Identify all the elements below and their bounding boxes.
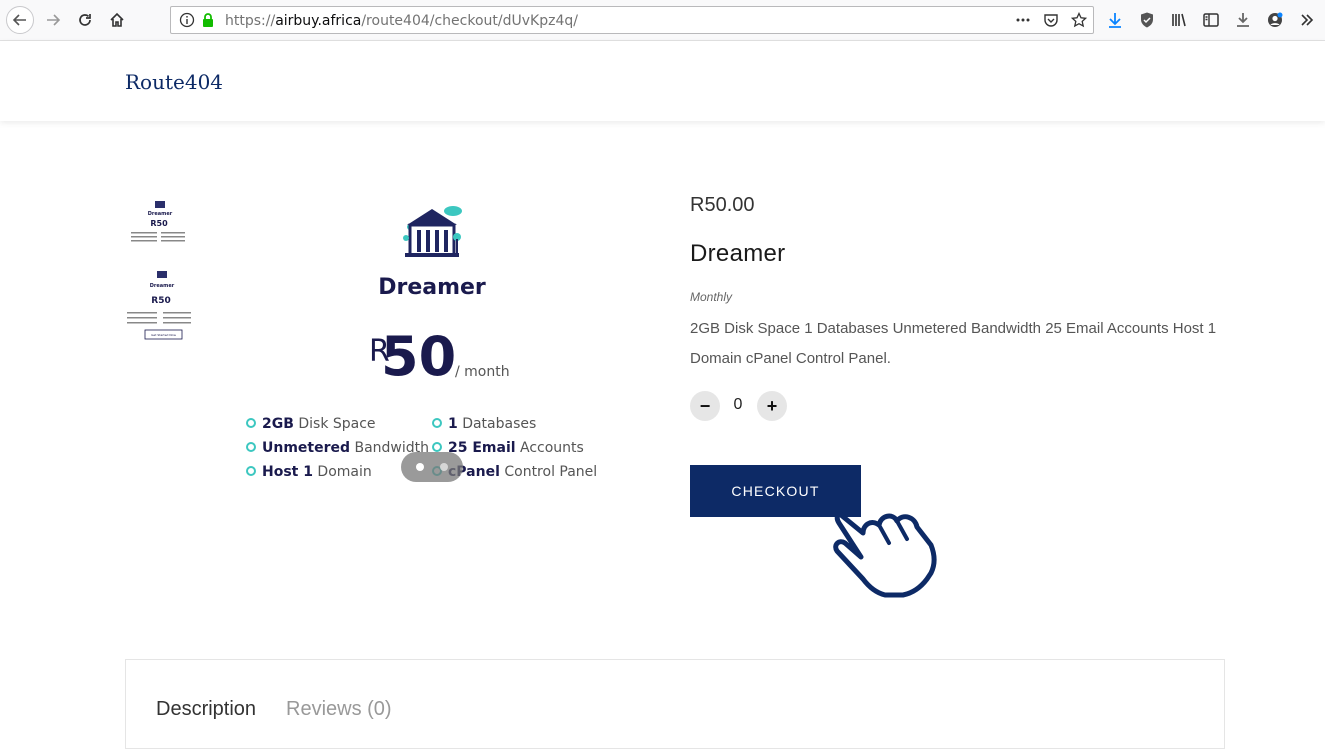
- pagination-dot[interactable]: [440, 463, 448, 471]
- pocket-icon[interactable]: [1043, 12, 1059, 28]
- svg-text:25 Email Accounts: 25 Email Accounts: [448, 440, 584, 456]
- product-banner: Dreamer R 50 / month 2GB Disk Space 1 Da…: [246, 206, 597, 480]
- lock-icon[interactable]: [200, 12, 216, 28]
- svg-text:1 Databases: 1 Databases: [448, 416, 536, 432]
- home-icon: [110, 12, 124, 27]
- info-icon[interactable]: [179, 12, 195, 28]
- banner-period: / month: [455, 364, 510, 380]
- download-arrow-icon[interactable]: [1106, 11, 1124, 29]
- site-title[interactable]: Route404: [125, 70, 223, 94]
- quantity-increase-button[interactable]: +: [757, 391, 787, 421]
- feature-bold: 1: [448, 416, 458, 432]
- thumbnail-image: Dreamer R50: [131, 201, 185, 242]
- sidebar-icon[interactable]: [1202, 11, 1220, 29]
- bullet-icon: [246, 418, 256, 428]
- feature-text: Databases: [458, 416, 537, 432]
- product-main-image: Dreamer R 50 / month 2GB Disk Space 1 Da…: [235, 195, 630, 495]
- reload-icon: [79, 14, 91, 26]
- tab-description[interactable]: Description: [156, 698, 256, 721]
- feature-text: Accounts: [516, 440, 584, 456]
- feature-bold: Host 1: [262, 464, 313, 480]
- feature-text: Domain: [313, 464, 372, 480]
- banner-amount: 50: [381, 325, 456, 388]
- banner-plan-name: Dreamer: [378, 275, 486, 300]
- bullet-icon: [432, 418, 442, 428]
- site-header: Route404: [0, 41, 1325, 121]
- svg-text:Unmetered Bandwidth: Unmetered Bandwidth: [262, 440, 429, 456]
- overflow-menu-icon[interactable]: [1298, 11, 1316, 29]
- account-icon[interactable]: [1266, 11, 1284, 29]
- address-bar[interactable]: https://airbuy.africa/route404/checkout/…: [170, 6, 1094, 34]
- building-icon: [403, 206, 462, 257]
- thumb-plan-name: Dreamer: [150, 283, 175, 289]
- billing-cycle: Monthly: [690, 290, 733, 304]
- bullet-icon: [246, 442, 256, 452]
- minus-icon: −: [699, 395, 711, 416]
- thumbnail-image: Dreamer R50 Get Started Now: [127, 271, 191, 340]
- reload-button[interactable]: [72, 7, 98, 33]
- feature-bold: 2GB: [262, 416, 294, 432]
- product-price: R50.00: [690, 194, 755, 216]
- url-host: airbuy.africa: [275, 13, 362, 29]
- thumb-currency: R: [151, 296, 158, 306]
- svg-text:R50: R50: [150, 219, 168, 228]
- bullet-icon: [246, 466, 256, 476]
- bullet-icon: [432, 442, 442, 452]
- product-short-description: 2GB Disk Space 1 Databases Unmetered Ban…: [690, 320, 1217, 367]
- gallery-thumbnail-2[interactable]: Dreamer R50 Get Started Now: [125, 265, 197, 345]
- feature-bold: 25 Email: [448, 440, 516, 456]
- feature-bold: Unmetered: [262, 440, 350, 456]
- thumb-plan-name: Dreamer: [148, 211, 173, 217]
- home-button[interactable]: [104, 7, 130, 33]
- gallery-thumbnail-1[interactable]: Dreamer R50: [125, 195, 197, 250]
- shield-icon[interactable]: [1138, 11, 1156, 29]
- thumb-amount: 50: [158, 296, 171, 306]
- pointing-hand-icon: [833, 511, 937, 598]
- back-button[interactable]: [6, 6, 34, 34]
- downloads-icon[interactable]: [1234, 11, 1252, 29]
- svg-text:Host 1 Domain: Host 1 Domain: [262, 464, 372, 480]
- svg-text:cPanel Control Panel: cPanel Control Panel: [448, 464, 597, 480]
- product-title: Dreamer: [690, 240, 786, 267]
- browser-toolbar: https://airbuy.africa/route404/checkout/…: [0, 0, 1325, 41]
- forward-button[interactable]: [40, 7, 66, 33]
- plus-icon: +: [766, 395, 778, 416]
- bookmark-star-icon[interactable]: [1071, 12, 1087, 28]
- gallery-pagination[interactable]: [401, 452, 463, 482]
- thumb-button-text: Get Started Now: [151, 333, 176, 337]
- quantity-decrease-button[interactable]: −: [690, 391, 720, 421]
- url-prefix: https://: [225, 13, 276, 29]
- thumb-amount: 50: [157, 219, 169, 228]
- more-actions-icon[interactable]: [1015, 12, 1031, 28]
- feature-text: Disk Space: [294, 416, 376, 432]
- pagination-dot-active[interactable]: [416, 463, 424, 471]
- arrow-right-icon: [47, 14, 61, 26]
- svg-text:R50: R50: [151, 296, 170, 306]
- tab-reviews[interactable]: Reviews (0): [286, 698, 392, 721]
- arrow-left-icon: [12, 14, 26, 26]
- quantity-value[interactable]: 0: [728, 396, 748, 414]
- url-path: /route404/checkout/dUvKpz4q/: [361, 13, 578, 29]
- library-icon[interactable]: [1170, 11, 1188, 29]
- svg-text:2GB Disk Space: 2GB Disk Space: [262, 416, 376, 432]
- product-tabs: Description Reviews (0): [125, 659, 1225, 749]
- feature-text: Control Panel: [500, 464, 597, 480]
- url-text[interactable]: https://airbuy.africa/route404/checkout/…: [225, 13, 578, 29]
